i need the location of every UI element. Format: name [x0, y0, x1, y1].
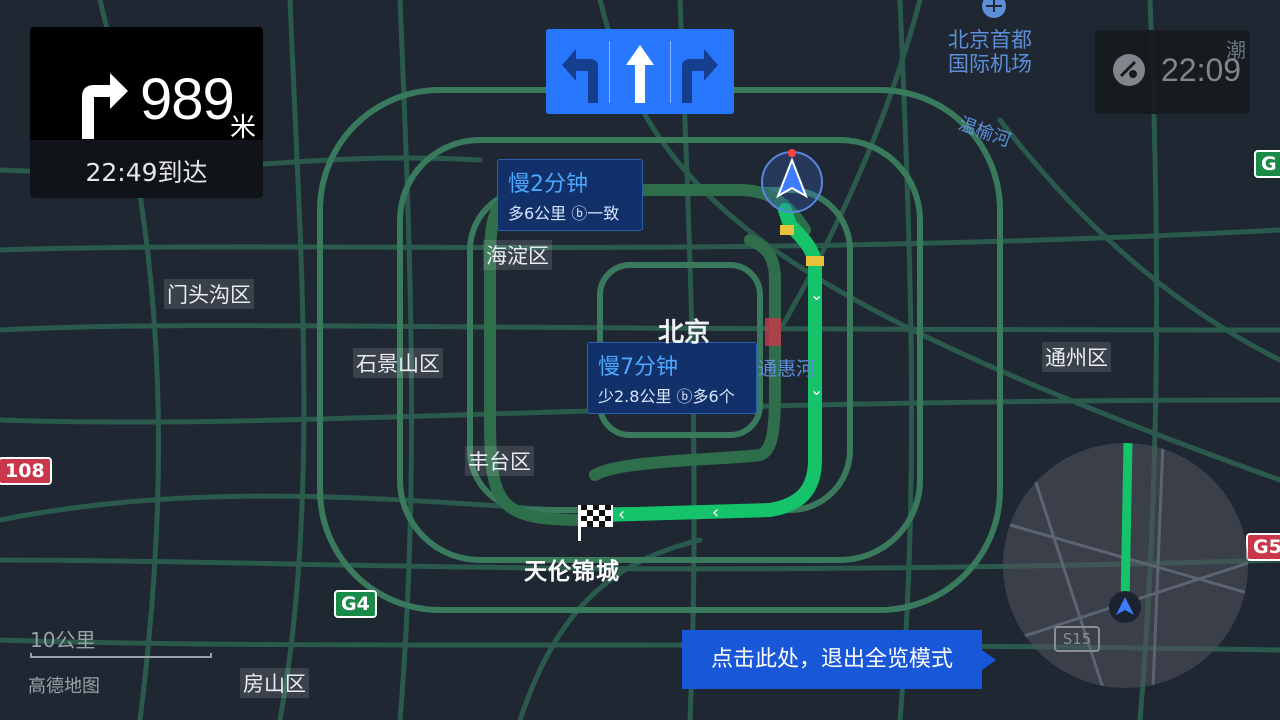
district-label-haidian: 海淀区	[483, 240, 552, 270]
exit-overview-button[interactable]: 点击此处，退出全览模式	[682, 630, 996, 689]
navigation-app: ⌄ ⌄ ‹ ‹ 989 米 22:49到达 22:09 慢2分钟 多6公里 ⓑ一…	[0, 0, 1280, 720]
svg-text:‹: ‹	[618, 504, 625, 525]
svg-text:⌄: ⌄	[810, 285, 823, 304]
overview-minimap[interactable]: S15	[1003, 443, 1248, 688]
district-label-tongzhou: 通州区	[1042, 342, 1111, 372]
arrival-time: 22:49到达	[85, 158, 208, 187]
turn-distance: 989	[140, 67, 235, 132]
turn-right-arrow-icon	[682, 49, 718, 103]
turn-guidance-panel[interactable]: 989 米 22:49到达	[30, 27, 263, 198]
alt-route-tip-1[interactable]: 慢2分钟 多6公里 ⓑ一致	[497, 159, 643, 231]
destination-label: 天伦锦城	[524, 559, 620, 585]
scale-label: 10公里	[30, 628, 96, 652]
satellite-icon	[1113, 54, 1145, 86]
city-label: 北京	[658, 318, 711, 348]
svg-text:‹: ‹	[712, 502, 719, 523]
minimap-road-tag: S15	[1063, 630, 1092, 648]
road-tag-g50: G50	[1246, 533, 1280, 561]
alt-route-tip-detail: 少2.8公里 ⓑ多6个	[598, 387, 735, 406]
road-tag-108: 108	[0, 457, 52, 485]
traffic-slow-segment	[806, 256, 824, 266]
brand-logo: 高德地图	[28, 676, 100, 697]
turn-guidance-top: 989 米	[30, 27, 263, 143]
edge-place-label: 潮	[1226, 38, 1246, 62]
turn-right-arrow-icon	[82, 73, 128, 139]
airport-label: 北京首都 国际机场	[948, 28, 1032, 76]
traffic-jam-segment	[765, 318, 781, 346]
scale-bar	[30, 653, 212, 658]
turn-distance-unit: 米	[230, 113, 257, 143]
district-label-mentougou: 门头沟区	[164, 279, 254, 309]
alt-route-tip-detail: 多6公里 ⓑ一致	[508, 204, 620, 223]
district-label-shijingshan: 石景山区	[353, 348, 443, 378]
minimap-canvas: S15	[1003, 443, 1248, 688]
traffic-slow-segment	[780, 225, 794, 235]
svg-text:⌄: ⌄	[810, 380, 823, 399]
road-tag-g: G	[1254, 150, 1280, 178]
straight-arrow-icon	[626, 45, 654, 103]
district-label-fengtai: 丰台区	[465, 446, 534, 476]
river-label-tonghui: 通惠河	[758, 358, 816, 380]
road-tag-g4: G4	[334, 590, 377, 618]
alt-route-tip-2[interactable]: 慢7分钟 少2.8公里 ⓑ多6个	[587, 342, 757, 414]
district-label-fangshan: 房山区	[240, 668, 309, 698]
lane-guidance	[546, 29, 734, 114]
map-scale: 10公里	[30, 624, 212, 658]
turn-left-arrow-icon	[562, 49, 598, 103]
airport-icon	[982, 0, 1006, 18]
alt-route-tip-title: 慢2分钟	[508, 172, 588, 197]
